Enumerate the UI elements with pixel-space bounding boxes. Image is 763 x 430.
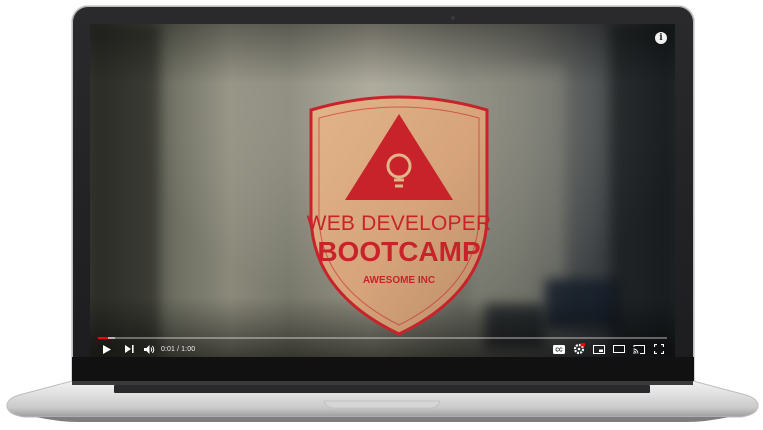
top-gradient xyxy=(90,24,675,84)
progress-played xyxy=(98,337,108,339)
duration: 1:00 xyxy=(181,345,196,353)
laptop-base xyxy=(6,381,759,423)
screen-bezel-bottom xyxy=(72,357,694,383)
cast-icon xyxy=(633,344,645,354)
info-icon[interactable]: i xyxy=(655,32,667,44)
control-bar: 0:01 / 1:00 CC xyxy=(90,341,675,357)
theater-button[interactable] xyxy=(612,341,626,357)
bootcamp-shield-logo: WEB DEVELOPER BOOTCAMP AWESOME INC xyxy=(301,88,497,340)
cast-button[interactable] xyxy=(632,341,646,357)
trackpad-notch xyxy=(323,400,441,409)
theater-icon xyxy=(613,345,625,353)
logo-line2: BOOTCAMP xyxy=(317,236,480,267)
play-button[interactable] xyxy=(101,341,113,357)
logo-line3: AWESOME INC xyxy=(363,275,435,286)
time-display: 0:01 / 1:00 xyxy=(161,346,195,353)
fullscreen-button[interactable] xyxy=(652,341,666,357)
laptop-base-svg xyxy=(6,381,759,422)
fullscreen-icon xyxy=(654,344,664,354)
miniplayer-icon xyxy=(593,344,605,354)
miniplayer-button[interactable] xyxy=(592,341,606,357)
settings-icon xyxy=(573,343,585,355)
current-time: 0:01 xyxy=(161,345,176,353)
volume-icon xyxy=(143,344,154,354)
video-player[interactable]: WEB DEVELOPER BOOTCAMP AWESOME INC i 0:0… xyxy=(90,24,675,357)
progress-bar[interactable] xyxy=(98,337,667,339)
captions-icon: CC xyxy=(553,344,565,354)
volume-button[interactable] xyxy=(143,341,155,357)
play-icon xyxy=(103,344,111,354)
logo-line1: WEB DEVELOPER xyxy=(307,212,492,235)
settings-button[interactable] xyxy=(572,341,586,357)
svg-text:CC: CC xyxy=(555,347,563,353)
next-button[interactable] xyxy=(123,341,135,357)
captions-button[interactable]: CC xyxy=(552,341,566,357)
webcam-icon xyxy=(451,16,455,20)
shield-svg: WEB DEVELOPER BOOTCAMP AWESOME INC xyxy=(307,95,492,336)
next-icon xyxy=(124,345,134,353)
